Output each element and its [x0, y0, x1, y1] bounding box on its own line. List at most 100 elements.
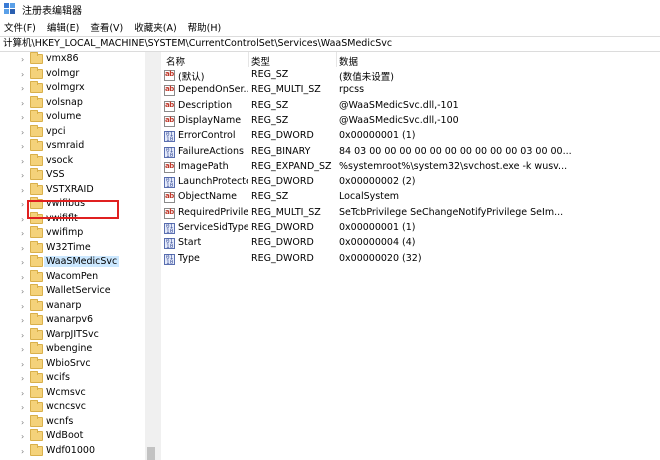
chevron-right-icon[interactable]: › [21, 85, 27, 93]
value-row[interactable]: 01 10 Type REG_DWORD 0x00000020 (32) [161, 252, 660, 267]
tree-item[interactable]: › WarpJITSvc [0, 327, 145, 343]
chevron-right-icon[interactable]: › [21, 418, 27, 427]
tree-item[interactable]: › vmx86 [0, 52, 145, 67]
chevron-right-icon[interactable]: › [21, 317, 27, 325]
tree-item[interactable]: › volume [0, 110, 145, 125]
value-row[interactable]: ab DependOnSer... REG_MULTI_SZ rpcss [161, 83, 660, 98]
value-row[interactable]: ab (默认) REG_SZ (数值未设置) [161, 68, 660, 83]
tree-item-label: wanarpv6 [46, 314, 94, 325]
address-bar[interactable]: 计算机\HKEY_LOCAL_MACHINE\SYSTEM\CurrentCon… [0, 36, 660, 52]
chevron-right-icon[interactable]: › [21, 375, 27, 383]
tree-item-label: wcncsvc [46, 401, 87, 412]
tree-scrollbar[interactable] [145, 52, 157, 460]
chevron-right-icon[interactable]: › [21, 172, 27, 180]
value-row[interactable]: 01 10 FailureActions REG_BINARY 84 03 00 00 … [161, 145, 660, 160]
chevron-right-icon[interactable]: › [21, 404, 27, 412]
tree-item[interactable]: › WaaSMedicSvc [0, 255, 145, 270]
chevron-right-icon[interactable]: › [21, 230, 27, 238]
value-row[interactable]: ab DisplayName REG_SZ @WaaSMedicSvc.dll,-10… [161, 114, 660, 129]
chevron-right-icon[interactable]: › [21, 186, 27, 195]
tree-item[interactable]: › Wcmsvc [0, 385, 145, 401]
column-separator[interactable] [248, 52, 249, 67]
chevron-right-icon[interactable]: › [21, 433, 27, 441]
value-name: DependOnSer... [178, 84, 248, 96]
tree-item[interactable]: › VSTXRAID [0, 182, 145, 198]
chevron-right-icon[interactable]: › [21, 56, 27, 64]
tree-scrollbar-thumb[interactable] [147, 447, 155, 460]
chevron-right-icon[interactable]: › [21, 447, 27, 456]
chevron-right-icon[interactable]: › [21, 70, 27, 79]
tree-item[interactable]: › vsmraid [0, 139, 145, 154]
tree-item[interactable]: › W32Time [0, 240, 145, 256]
chevron-right-icon[interactable]: › [21, 114, 27, 122]
chevron-right-icon[interactable]: › [21, 360, 27, 369]
chevron-right-icon[interactable]: › [21, 157, 27, 166]
menu-help[interactable]: 帮助(H) [188, 19, 222, 35]
chevron-right-icon[interactable]: › [21, 215, 27, 224]
tree-item-label: wbengine [46, 343, 93, 354]
column-header-type[interactable]: 类型 [251, 54, 270, 68]
tree-item[interactable]: › WbioSrvc [0, 356, 145, 372]
value-name: ImagePath [178, 160, 229, 172]
menu-file[interactable]: 文件(F) [4, 19, 36, 35]
binary-value-icon: 01 10 [164, 146, 175, 159]
tree-item[interactable]: › vpci [0, 124, 145, 140]
tree-item[interactable]: › WalletService [0, 284, 145, 299]
chevron-right-icon[interactable]: › [21, 99, 27, 108]
chevron-right-icon[interactable]: › [21, 346, 27, 354]
chevron-right-icon[interactable]: › [21, 244, 27, 253]
value-row[interactable]: ab ObjectName REG_SZ LocalSystem [161, 190, 660, 205]
tree-item-label: vwifimp [46, 227, 84, 238]
tree-item[interactable]: › wbengine [0, 342, 145, 357]
menu-edit[interactable]: 编辑(E) [47, 19, 79, 35]
chevron-right-icon[interactable]: › [21, 288, 27, 296]
value-row[interactable]: abRequiredPrivile...REG_MULTI_SZ SeTcbPri… [161, 206, 660, 221]
value-row[interactable]: ab ImagePath REG_EXPAND_SZ %systemroot%\sys… [161, 160, 660, 175]
tree-item[interactable]: › Wdf01000 [0, 443, 145, 459]
value-row[interactable]: ab Description REG_SZ @WaaSMedicSvc.dll,-10… [161, 99, 660, 114]
tree-item[interactable]: › volmgr [0, 66, 145, 82]
value-data: @WaaSMedicSvc.dll,-100 [339, 114, 459, 126]
tree-item[interactable]: › vwifibus [0, 197, 145, 212]
tree-item-label: VSS [46, 169, 65, 180]
tree-item[interactable]: › wanarp [0, 298, 145, 314]
tree-item[interactable]: › volmgrx [0, 81, 145, 96]
chevron-right-icon[interactable]: › [21, 302, 27, 311]
tree-item[interactable]: › VSS [0, 168, 145, 183]
folder-icon [30, 298, 43, 311]
tree-item[interactable]: › vwifimp [0, 226, 145, 241]
tree-item[interactable]: › WdBoot [0, 429, 145, 444]
tree-item-label: WalletService [46, 285, 111, 296]
value-row[interactable]: 01 10 Start REG_DWORD 0x00000004 (4) [161, 236, 660, 251]
folder-icon [30, 429, 43, 441]
string-value-icon: ab [164, 85, 175, 97]
column-separator[interactable] [336, 52, 337, 67]
tree-item[interactable]: › wcifs [0, 371, 145, 386]
value-name: Description [178, 99, 233, 111]
tree-item[interactable]: › vsock [0, 153, 145, 169]
chevron-right-icon[interactable]: › [21, 259, 27, 267]
column-header-name[interactable]: 名称 [166, 54, 185, 68]
menu-favorites[interactable]: 收藏夹(A) [134, 19, 176, 35]
column-header-data[interactable]: 数据 [339, 54, 358, 68]
tree-item[interactable]: › wcncsvc [0, 400, 145, 415]
tree-item[interactable]: › vwififlt [0, 211, 145, 227]
registry-tree[interactable]: › vmx86 › volmgr › volmgrx › volsnap › volume › vpc… [0, 52, 157, 460]
folder-icon [30, 240, 43, 253]
registry-editor-app-icon [4, 3, 16, 15]
chevron-right-icon[interactable]: › [21, 331, 27, 340]
tree-item[interactable]: › volsnap [0, 95, 145, 111]
menu-view[interactable]: 查看(V) [90, 19, 123, 35]
tree-item[interactable]: › wanarpv6 [0, 313, 145, 328]
chevron-right-icon[interactable]: › [21, 128, 27, 137]
tree-item[interactable]: › WacomPen [0, 269, 145, 285]
chevron-right-icon[interactable]: › [21, 143, 27, 151]
value-row[interactable]: 01 10 ErrorControl REG_DWORD 0x00000001 (1) [161, 129, 660, 144]
tree-item[interactable]: › wcnfs [0, 414, 145, 430]
value-row[interactable]: 0110LaunchProtectedREG_DWORD 0x00000002 (… [161, 175, 660, 190]
chevron-right-icon[interactable]: › [21, 273, 27, 282]
chevron-right-icon[interactable]: › [21, 201, 27, 209]
value-row[interactable]: 01 10 ServiceSidType REG_DWORD 0x00000001 (1… [161, 221, 660, 236]
tree-item-label: wanarp [46, 299, 82, 311]
chevron-right-icon[interactable]: › [21, 389, 27, 398]
